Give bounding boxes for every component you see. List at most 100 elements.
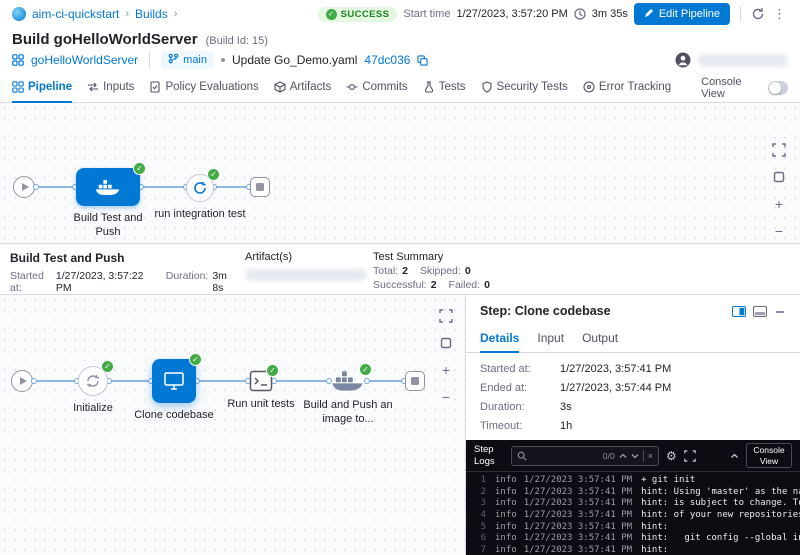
layout-right-view-icon[interactable] xyxy=(732,306,746,317)
breadcrumb-builds[interactable]: Builds xyxy=(135,7,168,21)
log-settings-gear-icon[interactable]: ⚙ xyxy=(666,449,677,463)
fullscreen-button[interactable] xyxy=(437,307,455,325)
tab-security-tests[interactable]: Security Tests xyxy=(481,73,568,103)
log-output[interactable]: 1info1/27/2023 3:57:41 PM+ git init 2inf… xyxy=(466,472,800,555)
clone-codebase-step-icon xyxy=(152,359,196,403)
field-value: 3s xyxy=(560,401,572,413)
divider xyxy=(740,6,741,22)
line-number: 4 xyxy=(474,510,486,522)
log-search-input[interactable] xyxy=(531,451,599,461)
tab-input[interactable]: Input xyxy=(537,325,564,353)
tab-error-tracking[interactable]: Error Tracking xyxy=(583,73,671,103)
fit-view-button[interactable] xyxy=(770,168,788,186)
minimize-panel-icon[interactable] xyxy=(774,306,786,317)
fit-view-button[interactable] xyxy=(437,334,455,352)
zoom-in-button[interactable]: + xyxy=(437,361,455,379)
console-view-toggle[interactable] xyxy=(768,81,788,95)
step-panel-title: Step: Clone codebase xyxy=(480,304,725,318)
inputs-icon xyxy=(87,81,99,93)
tab-tests[interactable]: Tests xyxy=(423,73,466,103)
execution-start-node[interactable] xyxy=(11,370,33,392)
line-number: 5 xyxy=(474,522,486,534)
tab-pipeline[interactable]: Pipeline xyxy=(12,73,72,103)
step-panel-tabs: Details Input Output xyxy=(466,325,800,353)
tab-output[interactable]: Output xyxy=(582,325,618,353)
stage-graph-canvas[interactable]: ✓ Build Test and Push ✓ run integration … xyxy=(0,103,800,243)
breadcrumb-project[interactable]: aim-ci-quickstart xyxy=(32,7,119,21)
start-time-value: 1/27/2023, 3:57:20 PM xyxy=(456,8,567,20)
stop-icon xyxy=(411,377,419,385)
log-timestamp: 1/27/2023 3:57:41 PM xyxy=(524,522,632,534)
step-node-run-unit-tests[interactable]: ✓ Run unit tests xyxy=(213,370,309,412)
log-line: 4info1/27/2023 3:57:41 PMhint: of your n… xyxy=(474,510,792,522)
log-timestamp: 1/27/2023 3:57:41 PM xyxy=(524,545,632,555)
tab-label: Error Tracking xyxy=(599,81,671,93)
tab-inputs[interactable]: Inputs xyxy=(87,73,134,103)
start-time-label: Start time xyxy=(403,8,450,20)
log-timestamp: 1/27/2023 3:57:41 PM xyxy=(524,475,632,487)
step-node-build-and-push[interactable]: ✓ Build and Push an image to... xyxy=(300,369,396,427)
field-label: Timeout: xyxy=(480,420,560,432)
tab-label: Security Tests xyxy=(497,81,568,93)
search-prev-icon[interactable] xyxy=(619,453,627,459)
log-fullscreen-icon[interactable] xyxy=(684,450,696,462)
tab-label: Policy Evaluations xyxy=(165,81,258,93)
search-next-icon[interactable] xyxy=(631,453,639,459)
breadcrumb-separator: › xyxy=(174,8,178,20)
line-number: 6 xyxy=(474,533,486,545)
success-check-icon: ✓ xyxy=(189,353,202,366)
branch-chip[interactable]: main xyxy=(161,51,214,69)
stage-node-run-integration-test[interactable]: ✓ run integration test xyxy=(152,174,248,222)
branch-name: main xyxy=(183,54,207,66)
fullscreen-button[interactable] xyxy=(770,141,788,159)
total-value: 2 xyxy=(402,265,408,277)
step-detail-panel: Step: Clone codebase Details Input Outpu… xyxy=(465,295,800,555)
console-view-toggle-label: Console View xyxy=(701,76,753,100)
execution-canvas-controls: + − xyxy=(437,307,455,406)
console-view-button[interactable]: Console View xyxy=(746,443,792,468)
field-row: Duration: 3s xyxy=(480,401,786,413)
search-close-icon[interactable]: × xyxy=(648,451,653,461)
success-check-icon: ✓ xyxy=(101,360,114,373)
failed-value: 0 xyxy=(484,279,490,291)
success-check-icon: ✓ xyxy=(207,168,220,181)
execution-end-node[interactable] xyxy=(405,371,425,391)
branch-icon xyxy=(168,53,179,67)
success-check-icon: ✓ xyxy=(359,363,372,376)
tab-commits[interactable]: Commits xyxy=(346,73,407,103)
zoom-out-button[interactable]: − xyxy=(437,388,455,406)
step-node-label: Clone codebase xyxy=(134,409,214,423)
zoom-out-button[interactable]: − xyxy=(770,222,788,240)
field-label: Duration: xyxy=(480,401,560,413)
project-avatar-icon xyxy=(12,7,26,21)
tab-label: Artifacts xyxy=(290,81,332,93)
elapsed-duration: 3m 35s xyxy=(592,8,628,20)
stage-node-build-test-and-push[interactable]: ✓ Build Test and Push xyxy=(60,168,156,240)
total-label: Total: xyxy=(373,265,398,277)
edit-pipeline-label: Edit Pipeline xyxy=(659,8,720,20)
skipped-label: Skipped: xyxy=(420,265,461,277)
step-node-label: Run unit tests xyxy=(227,398,294,412)
pencil-icon xyxy=(644,8,654,21)
edit-pipeline-button[interactable]: Edit Pipeline xyxy=(634,3,730,25)
log-timestamp: 1/27/2023 3:57:41 PM xyxy=(524,533,632,545)
status-text: SUCCESS xyxy=(341,9,390,20)
pipeline-end-node[interactable] xyxy=(250,177,270,197)
collapse-caret-icon[interactable] xyxy=(730,453,739,459)
tab-label: Tests xyxy=(439,81,466,93)
copy-icon[interactable] xyxy=(417,55,428,66)
pipeline-start-node[interactable] xyxy=(13,176,35,198)
commit-sha-link[interactable]: 47dc036 xyxy=(364,53,410,67)
execution-graph-canvas[interactable]: ✓ Initialize ✓ Clone codebase ✓ Run unit… xyxy=(0,295,465,555)
log-search-box[interactable]: 0/0 × xyxy=(511,446,659,466)
zoom-in-button[interactable]: + xyxy=(770,195,788,213)
refresh-icon[interactable] xyxy=(751,7,765,21)
repo-name-link[interactable]: goHelloWorldServer xyxy=(31,53,138,67)
step-node-clone-codebase[interactable]: ✓ Clone codebase xyxy=(126,359,222,423)
tab-artifacts[interactable]: Artifacts xyxy=(274,73,332,103)
layout-bottom-view-icon[interactable] xyxy=(753,306,767,317)
kebab-menu-icon[interactable]: ⋮ xyxy=(771,6,788,22)
tab-policy-evaluations[interactable]: Policy Evaluations xyxy=(149,73,258,103)
tab-details[interactable]: Details xyxy=(480,325,519,353)
commit-dot-icon xyxy=(221,58,225,62)
